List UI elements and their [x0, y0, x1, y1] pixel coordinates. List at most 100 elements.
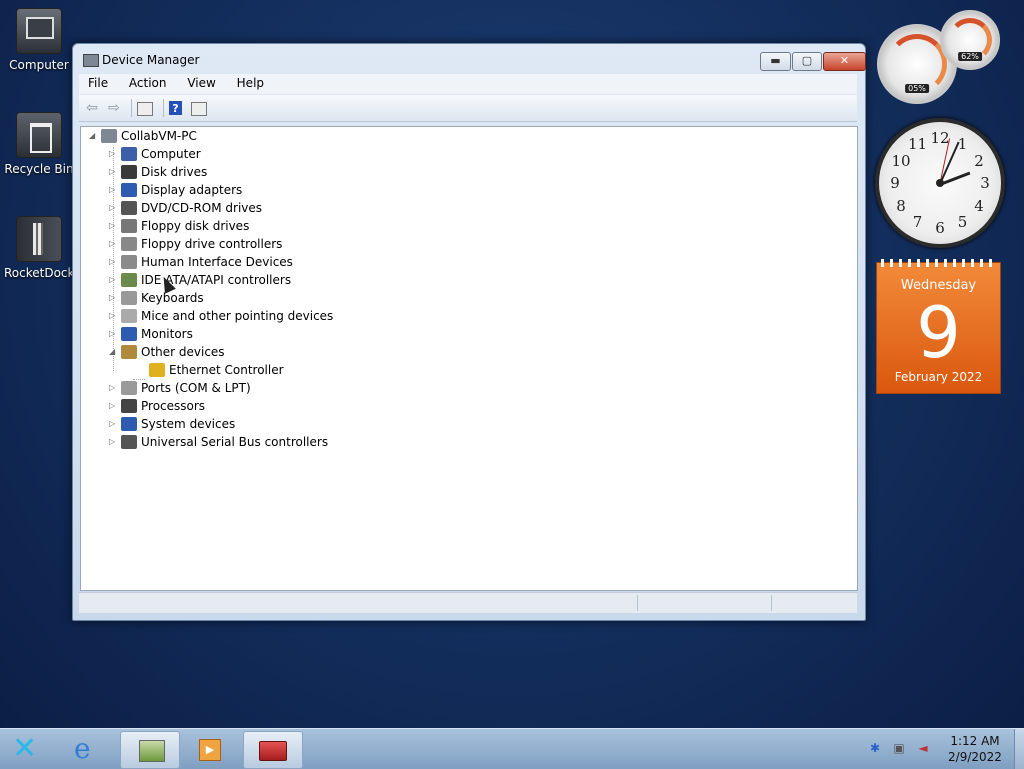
- expand-arrow-icon[interactable]: ▷: [109, 199, 119, 217]
- tree-item[interactable]: ▷ Floppy disk drives: [109, 217, 249, 235]
- expand-arrow-icon[interactable]: ▷: [109, 181, 119, 199]
- taskbar-media-player[interactable]: ▶: [182, 731, 240, 767]
- desktop-icon-recycle-bin[interactable]: Recycle Bin: [4, 112, 74, 176]
- action-center-icon[interactable]: ▣: [892, 741, 906, 755]
- desktop-icon-rocketdock[interactable]: RocketDock: [4, 216, 74, 280]
- toolbar: ⇦ ⇨ ?: [79, 95, 857, 122]
- warning-device-icon: [149, 362, 165, 377]
- calendar-weekday: Wednesday: [900, 278, 977, 293]
- clock-numeral: 10: [891, 151, 911, 170]
- minimize-button[interactable]: ▬: [760, 52, 791, 71]
- view-icon[interactable]: [191, 102, 207, 116]
- tree-item[interactable]: ▷ Computer: [109, 145, 201, 163]
- show-desktop-button[interactable]: [1014, 729, 1024, 769]
- taskbar: ✕ e ▶ ✱ ▣ ◄ 1:12 AM 2/9/2022: [0, 728, 1024, 769]
- photo-viewer-icon: [139, 740, 165, 762]
- tree-item-label: Mice and other pointing devices: [141, 309, 334, 323]
- expand-arrow-icon[interactable]: ▷: [109, 397, 119, 415]
- forward-arrow-icon[interactable]: ⇨: [106, 100, 122, 116]
- tree-item[interactable]: ▷ Processors: [109, 397, 205, 415]
- tree-item-label: Ethernet Controller: [169, 363, 284, 377]
- clock-numeral: 7: [912, 212, 923, 231]
- clock-numeral: 4: [974, 196, 984, 215]
- tree-item[interactable]: ▷ Mice and other pointing devices: [109, 307, 333, 325]
- menu-help[interactable]: Help: [228, 74, 272, 90]
- port-icon: [121, 380, 137, 395]
- expand-arrow-icon[interactable]: ▷: [109, 163, 119, 181]
- toolbar-separator: [163, 99, 164, 117]
- tree-item[interactable]: ▷ DVD/CD-ROM drives: [109, 199, 262, 217]
- tree-item[interactable]: ▷ Display adapters: [109, 181, 242, 199]
- expand-arrow-icon[interactable]: ▷: [109, 415, 119, 433]
- expand-arrow-icon[interactable]: ▷: [109, 145, 119, 163]
- taskbar-explorer[interactable]: [120, 731, 180, 769]
- menu-view[interactable]: View: [178, 74, 223, 90]
- pc-icon: [101, 128, 117, 143]
- volume-muted-icon[interactable]: ◄: [916, 741, 930, 755]
- clock-numeral: 6: [935, 219, 945, 237]
- title-bar[interactable]: Device Manager ▬ ▢ ✕: [73, 44, 866, 74]
- tree-item-ethernet-controller[interactable]: Ethernet Controller: [137, 361, 284, 379]
- tree-item[interactable]: ▷ Universal Serial Bus controllers: [109, 433, 328, 451]
- tree-item[interactable]: ▷ Floppy drive controllers: [109, 235, 282, 253]
- help-icon[interactable]: ?: [169, 101, 182, 115]
- expand-arrow-icon[interactable]: ▷: [109, 235, 119, 253]
- tree-item[interactable]: ◢ Other devices: [109, 343, 225, 361]
- expand-arrow-icon[interactable]: ▷: [109, 271, 119, 289]
- back-arrow-icon[interactable]: ⇦: [84, 100, 100, 116]
- calendar-rings: [881, 259, 996, 267]
- clock-numeral: 8: [896, 196, 906, 215]
- tree-item[interactable]: ▷ System devices: [109, 415, 235, 433]
- clock-numeral: 9: [890, 174, 900, 192]
- tree-item-label: Other devices: [141, 345, 225, 359]
- processor-icon: [121, 398, 137, 413]
- expand-arrow-icon[interactable]: ▷: [109, 325, 119, 343]
- monitor-icon: [121, 326, 137, 341]
- maximize-button[interactable]: ▢: [792, 52, 822, 71]
- usb-icon: [121, 434, 137, 449]
- floppy-controller-icon: [121, 236, 137, 251]
- tree-item[interactable]: ▷ Disk drives: [109, 163, 207, 181]
- expand-arrow-icon[interactable]: ▷: [109, 433, 119, 451]
- computer-icon: [16, 8, 62, 54]
- clock-gadget[interactable]: 12 1 2 3 4 5 6 7 8 9 10 11: [875, 118, 1005, 248]
- collapse-arrow-icon[interactable]: ◢: [89, 127, 99, 145]
- tray-date: 2/9/2022: [948, 750, 1002, 764]
- tray-clock[interactable]: 1:12 AM 2/9/2022: [936, 733, 1014, 765]
- menu-file[interactable]: File: [79, 74, 116, 90]
- window-title: Device Manager: [102, 53, 200, 67]
- taskbar-device-manager[interactable]: [243, 731, 303, 769]
- expand-arrow-icon[interactable]: ▷: [109, 253, 119, 271]
- tree-root[interactable]: ◢ CollabVM-PC: [89, 127, 197, 145]
- clock-numeral: 2: [974, 151, 984, 170]
- tree-item-label: Disk drives: [141, 165, 208, 179]
- start-button[interactable]: ✕: [4, 731, 52, 767]
- tree-item[interactable]: ▷ Monitors: [109, 325, 193, 343]
- tree-item[interactable]: ▷ Keyboards: [109, 289, 204, 307]
- toolbar-separator: [131, 99, 132, 117]
- expand-arrow-icon[interactable]: ▷: [109, 217, 119, 235]
- properties-icon[interactable]: [137, 102, 153, 116]
- status-divider: [637, 595, 638, 611]
- expand-arrow-icon[interactable]: ▷: [109, 379, 119, 397]
- system-devices-icon: [121, 416, 137, 431]
- clock-numeral: 11: [907, 135, 928, 154]
- tree-item[interactable]: ▷ Human Interface Devices: [109, 253, 293, 271]
- clock-numeral: 5: [957, 212, 968, 231]
- network-icon[interactable]: ✱: [868, 741, 882, 755]
- tree-item[interactable]: ▷ Ports (COM & LPT): [109, 379, 251, 397]
- tree-item[interactable]: ▷ IDE ATA/ATAPI controllers: [109, 271, 291, 289]
- tree-item-label: Processors: [141, 399, 206, 413]
- calendar-gadget[interactable]: Wednesday 9 February 2022: [876, 259, 1001, 394]
- desktop-icon-computer[interactable]: Computer: [4, 8, 74, 72]
- close-button[interactable]: ✕: [823, 52, 866, 71]
- expand-arrow-icon[interactable]: ▷: [109, 289, 119, 307]
- expand-arrow-icon[interactable]: ▷: [109, 307, 119, 325]
- taskbar-internet-explorer[interactable]: e: [60, 731, 118, 767]
- keyboard-icon: [121, 290, 137, 305]
- memory-gauge[interactable]: 62%: [940, 10, 1000, 70]
- calendar-day: 9: [916, 292, 961, 374]
- collapse-arrow-icon[interactable]: ◢: [109, 343, 119, 361]
- device-tree[interactable]: ◢ CollabVM-PC ▷ Computer ▷ Disk drives ▷ Displ…: [80, 126, 858, 591]
- menu-action[interactable]: Action: [120, 74, 175, 90]
